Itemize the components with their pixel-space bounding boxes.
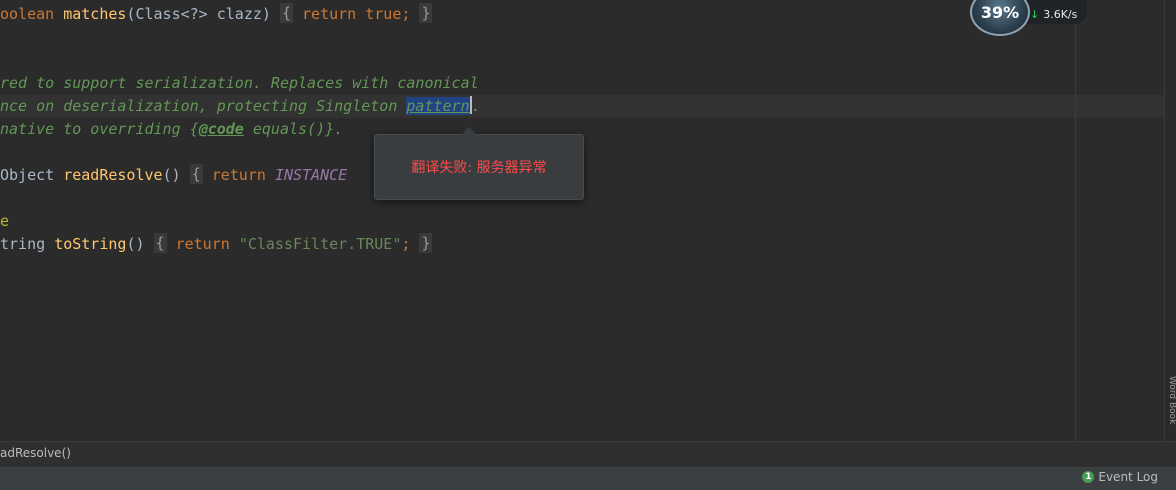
fold-open[interactable]: { xyxy=(189,164,203,184)
translation-error-message: 翻译失败: 服务器异常 xyxy=(411,160,547,176)
keyword: return xyxy=(166,235,239,253)
return-type: tring xyxy=(0,235,55,253)
doc-comment: red to support serialization. Replaces w… xyxy=(0,74,479,92)
keyword: oolean xyxy=(0,5,55,23)
method-name: readResolve xyxy=(63,166,163,184)
download-speed: ↓ 3.6K/s xyxy=(1030,8,1077,21)
translation-popup: 翻译失败: 服务器异常 xyxy=(374,127,584,200)
return-type: Object xyxy=(0,166,64,184)
fold-open[interactable]: { xyxy=(279,3,293,23)
javadoc-tag: @code xyxy=(198,120,244,138)
signature: () xyxy=(126,235,145,253)
status-bar: 1 Event Log xyxy=(0,466,1176,490)
method-name: matches xyxy=(63,5,127,23)
constant: INSTANCE xyxy=(274,166,348,184)
folded-body: return true; xyxy=(293,5,420,23)
event-log-button[interactable]: 1 Event Log xyxy=(1082,470,1158,484)
annotation: e xyxy=(0,212,10,230)
code-line-2[interactable]: red to support serialization. Replaces w… xyxy=(0,72,479,95)
fold-open[interactable]: { xyxy=(153,233,167,253)
signature: (Class<?> clazz) xyxy=(126,5,271,23)
right-margin-guide xyxy=(1075,0,1076,441)
code-line-3[interactable]: nce on deserialization, protecting Singl… xyxy=(0,95,481,118)
popup-arrow xyxy=(461,127,477,135)
code-editor[interactable]: oolean matches(Class<?> clazz) { return … xyxy=(0,0,1164,441)
breadcrumb-item[interactable]: adResolve() xyxy=(0,446,71,460)
download-speed-value: 3.6K/s xyxy=(1043,8,1078,21)
fold-close[interactable]: } xyxy=(419,3,433,23)
doc-comment: nce on deserialization, protecting Singl… xyxy=(0,97,407,115)
code-line-4[interactable]: native to overriding {@code equals()}. xyxy=(0,118,343,141)
doc-comment: equals()}. xyxy=(243,120,344,138)
fold-close[interactable]: } xyxy=(419,233,433,253)
semicolon: ; xyxy=(401,235,411,253)
download-arrow-icon: ↓ xyxy=(1030,8,1040,21)
selected-word[interactable]: pattern xyxy=(406,97,470,115)
code-line-1[interactable]: oolean matches(Class<?> clazz) { return … xyxy=(0,3,433,26)
event-count-badge: 1 xyxy=(1082,471,1095,483)
code-line-5[interactable]: Object readResolve() { return INSTANCE xyxy=(0,164,347,187)
doc-comment: native to overriding { xyxy=(0,120,199,138)
usage-percent: 39% xyxy=(980,3,1020,22)
right-tool-strip: Word Book xyxy=(1164,0,1176,441)
code-line-7[interactable]: tring toString() { return "ClassFilter.T… xyxy=(0,233,433,256)
doc-comment: . xyxy=(471,97,481,115)
signature: () xyxy=(162,166,181,184)
method-name: toString xyxy=(54,235,127,253)
event-log-label: Event Log xyxy=(1098,470,1158,484)
breadcrumb: adResolve() xyxy=(0,441,1176,466)
string-literal: "ClassFilter.TRUE" xyxy=(238,235,402,253)
code-line-6[interactable]: e xyxy=(0,210,9,233)
keyword: return xyxy=(202,166,275,184)
